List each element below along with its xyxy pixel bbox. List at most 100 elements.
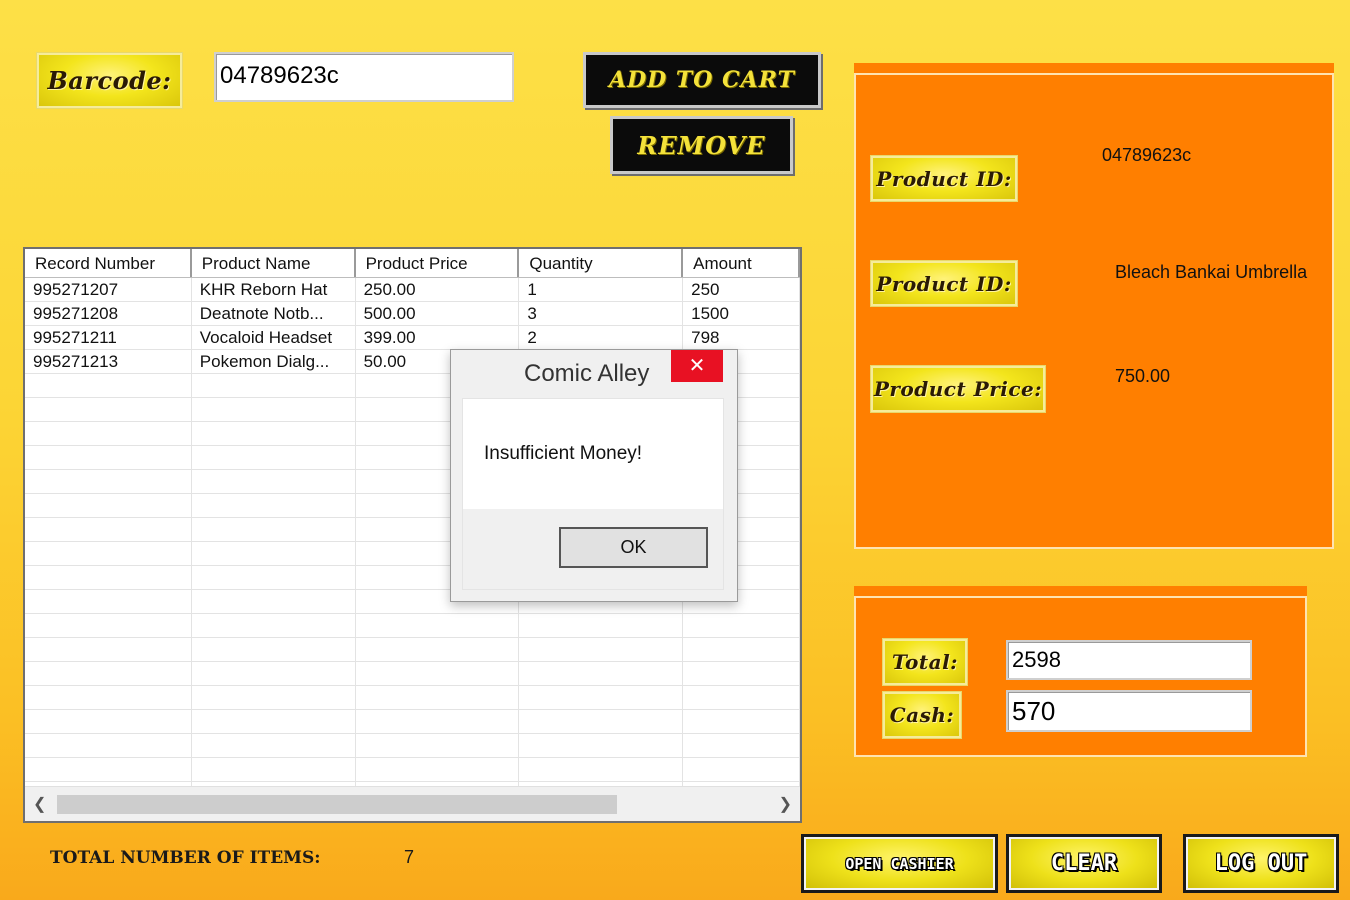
empty-cell bbox=[356, 710, 520, 733]
cell-product-name: Deatnote Notb... bbox=[192, 302, 356, 325]
total-items-value: 7 bbox=[404, 847, 415, 867]
empty-cell bbox=[25, 638, 192, 661]
empty-cell bbox=[192, 590, 356, 613]
barcode-input[interactable] bbox=[214, 52, 514, 102]
empty-cell bbox=[356, 758, 520, 781]
remove-button[interactable]: REMOVE bbox=[610, 116, 793, 174]
empty-cell bbox=[192, 494, 356, 517]
empty-row bbox=[25, 758, 800, 782]
horizontal-scrollbar[interactable]: ❮ ❯ bbox=[25, 786, 800, 821]
grid-header: Record Number Product Name Product Price… bbox=[25, 249, 800, 278]
scrollbar-thumb[interactable] bbox=[57, 795, 617, 814]
dialog-content: Insufficient Money! OK bbox=[462, 398, 724, 590]
cell-record-number: 995271213 bbox=[25, 350, 192, 373]
log-out-button[interactable]: LOG OUT bbox=[1183, 834, 1339, 893]
cell-record-number: 995271211 bbox=[25, 326, 192, 349]
product-price-value: 750.00 bbox=[1115, 366, 1171, 386]
empty-cell bbox=[25, 566, 192, 589]
add-to-cart-button[interactable]: ADD TO CART bbox=[583, 52, 821, 108]
cell-record-number: 995271207 bbox=[25, 278, 192, 301]
column-header-amount[interactable]: Amount bbox=[683, 249, 800, 277]
table-row[interactable]: 995271207 KHR Reborn Hat 250.00 1 250 bbox=[25, 278, 800, 302]
empty-cell bbox=[683, 638, 800, 661]
dialog-title: Comic Alley bbox=[524, 360, 650, 387]
product-info-panel: Product ID: 04789623c Product ID: Bleach… bbox=[854, 73, 1334, 549]
empty-cell bbox=[683, 734, 800, 757]
empty-cell bbox=[192, 638, 356, 661]
empty-cell bbox=[519, 614, 684, 637]
cell-amount: 250 bbox=[683, 278, 800, 301]
empty-cell bbox=[25, 446, 192, 469]
cash-field[interactable] bbox=[1006, 690, 1252, 732]
empty-cell bbox=[25, 374, 192, 397]
empty-cell bbox=[192, 542, 356, 565]
table-row[interactable]: 995271211 Vocaloid Headset 399.00 2 798 bbox=[25, 326, 800, 350]
empty-cell bbox=[25, 734, 192, 757]
empty-cell bbox=[519, 758, 684, 781]
empty-cell bbox=[519, 734, 684, 757]
empty-cell bbox=[356, 686, 520, 709]
totals-panel: Total: Cash: bbox=[854, 596, 1307, 757]
dialog-close-button[interactable]: ✕ bbox=[671, 350, 723, 382]
empty-cell bbox=[192, 374, 356, 397]
empty-row bbox=[25, 710, 800, 734]
close-icon: ✕ bbox=[688, 355, 706, 377]
cell-product-price: 399.00 bbox=[356, 326, 520, 349]
scroll-left-arrow-icon[interactable]: ❮ bbox=[33, 794, 46, 814]
empty-row bbox=[25, 734, 800, 758]
empty-cell bbox=[25, 662, 192, 685]
empty-cell bbox=[192, 398, 356, 421]
totals-panel-topbar bbox=[854, 586, 1307, 596]
empty-cell bbox=[192, 518, 356, 541]
total-items-label: TOTAL NUMBER OF ITEMS: bbox=[50, 848, 321, 868]
empty-cell bbox=[192, 566, 356, 589]
scroll-right-arrow-icon[interactable]: ❯ bbox=[779, 794, 792, 814]
empty-cell bbox=[25, 398, 192, 421]
column-header-quantity[interactable]: Quantity bbox=[519, 249, 684, 277]
cell-record-number: 995271208 bbox=[25, 302, 192, 325]
cell-quantity: 1 bbox=[519, 278, 684, 301]
empty-cell bbox=[25, 470, 192, 493]
dialog-ok-button[interactable]: OK bbox=[559, 527, 708, 568]
empty-cell bbox=[192, 422, 356, 445]
dialog-message: Insufficient Money! bbox=[484, 443, 643, 464]
empty-cell bbox=[356, 734, 520, 757]
empty-cell bbox=[192, 470, 356, 493]
empty-cell bbox=[356, 638, 520, 661]
table-row[interactable]: 995271208 Deatnote Notb... 500.00 3 1500 bbox=[25, 302, 800, 326]
empty-cell bbox=[192, 662, 356, 685]
product-panel-topbar bbox=[854, 63, 1334, 73]
empty-cell bbox=[519, 662, 684, 685]
empty-cell bbox=[192, 710, 356, 733]
total-label: Total: bbox=[882, 638, 968, 686]
cell-amount: 798 bbox=[683, 326, 800, 349]
product-id-label: Product ID: bbox=[870, 155, 1018, 202]
empty-cell bbox=[683, 758, 800, 781]
empty-cell bbox=[519, 686, 684, 709]
product-name-value: Bleach Bankai Umbrella bbox=[1115, 262, 1308, 282]
empty-cell bbox=[25, 494, 192, 517]
cell-product-name: Vocaloid Headset bbox=[192, 326, 356, 349]
column-header-record-number[interactable]: Record Number bbox=[25, 249, 192, 277]
product-price-label: Product Price: bbox=[870, 365, 1046, 413]
open-cashier-button[interactable]: OPEN CASHIER bbox=[801, 834, 998, 893]
clear-button[interactable]: CLEAR bbox=[1006, 834, 1162, 893]
empty-row bbox=[25, 638, 800, 662]
empty-cell bbox=[356, 662, 520, 685]
column-header-product-name[interactable]: Product Name bbox=[192, 249, 356, 277]
cell-amount: 1500 bbox=[683, 302, 800, 325]
cell-quantity: 2 bbox=[519, 326, 684, 349]
barcode-label: Barcode: bbox=[36, 52, 183, 109]
column-header-product-price[interactable]: Product Price bbox=[356, 249, 520, 277]
cell-quantity: 3 bbox=[519, 302, 684, 325]
total-field[interactable] bbox=[1006, 640, 1252, 680]
empty-row bbox=[25, 614, 800, 638]
product-name-label: Product ID: bbox=[870, 260, 1018, 307]
cash-label: Cash: bbox=[882, 691, 962, 739]
empty-cell bbox=[192, 446, 356, 469]
empty-cell bbox=[192, 686, 356, 709]
empty-cell bbox=[25, 590, 192, 613]
empty-cell bbox=[25, 710, 192, 733]
cell-product-price: 500.00 bbox=[356, 302, 520, 325]
empty-cell bbox=[519, 638, 684, 661]
